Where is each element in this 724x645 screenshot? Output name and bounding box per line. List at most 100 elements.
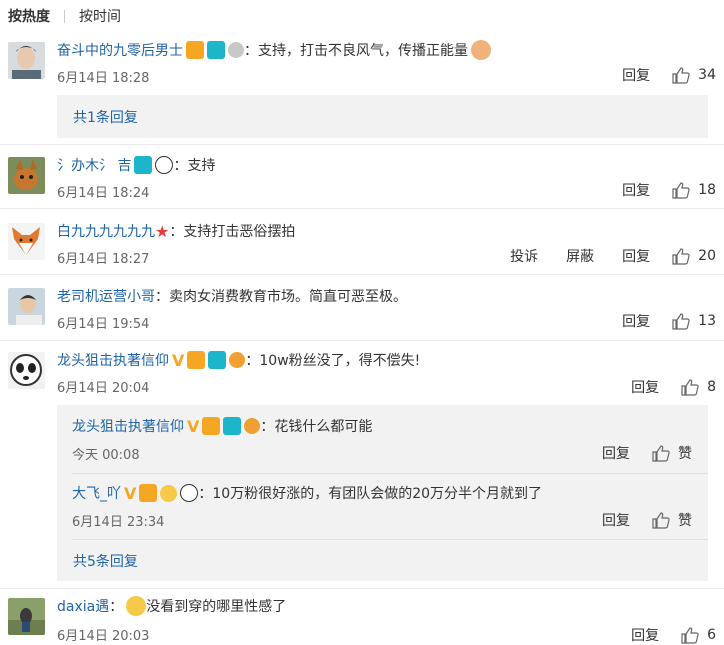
avatar[interactable] (8, 157, 45, 194)
divider (0, 588, 724, 589)
laugh-cry-emoji-icon (126, 596, 147, 616)
username-link[interactable]: 龙头狙击执著信仰 (57, 350, 169, 370)
like-count: 18 (698, 182, 716, 198)
comment-actions: 回复 6 (603, 625, 716, 645)
like-count: 6 (707, 627, 716, 643)
comment-date: 6月14日 20:04 (57, 381, 150, 396)
reply-button[interactable]: 回复 (622, 65, 650, 85)
username-link[interactable]: 氵办木氵 吉 (57, 155, 131, 175)
panda-emoji-icon (155, 156, 174, 174)
vip-v-icon: V (124, 483, 137, 503)
sub-divider (72, 473, 708, 474)
comment-text: 支持 (187, 158, 216, 174)
avatar[interactable] (8, 352, 45, 389)
block-button[interactable]: 屏蔽 (566, 246, 594, 266)
username-link[interactable]: daxia遇 (57, 596, 109, 616)
comment-line: 奋斗中的九零后男士 ： 支持，打击不良风气，传播正能量 (57, 40, 491, 60)
reply-button[interactable]: 回复 (602, 510, 630, 530)
sub-reply-date: 6月14日 23:34 (72, 515, 165, 530)
sub-reply-line: 龙头狙击执著信仰 V ： 花钱什么都可能 (72, 416, 372, 436)
medal-icon (228, 42, 244, 58)
username-link[interactable]: 白九九九九九九 (57, 221, 155, 241)
comment-actions: 回复 34 (594, 65, 716, 85)
like-button[interactable]: 8 (681, 378, 716, 396)
like-count: 8 (707, 379, 716, 395)
tab-by-popularity[interactable]: 按热度 (8, 6, 50, 26)
like-button[interactable]: 20 (672, 247, 716, 265)
thumbs-up-icon (672, 247, 690, 265)
reply-button[interactable]: 回复 (631, 377, 659, 397)
avatar[interactable] (8, 223, 45, 260)
username-link[interactable]: 龙头狙击执著信仰 (72, 416, 184, 436)
comment-line: 白九九九九九九 ★ ： 支持打击恶俗摆拍 (57, 221, 295, 241)
sub-reply-actions: 回复 赞 (574, 510, 692, 530)
comment-date: 6月14日 18:27 (57, 252, 150, 267)
username-link[interactable]: 大飞_吖 (72, 483, 121, 503)
comment-line: daxia遇 ： 没看到穿的哪里性感了 (57, 596, 286, 616)
avatar[interactable] (8, 288, 45, 325)
colon: ： (245, 353, 260, 369)
thumbs-up-icon (681, 378, 699, 396)
like-button[interactable]: 13 (672, 312, 716, 330)
sort-tabs: 按热度 按时间 (8, 6, 121, 26)
comment-date: 6月14日 18:28 (57, 71, 150, 86)
avatar[interactable] (8, 598, 45, 635)
divider (0, 144, 724, 145)
reply-button[interactable]: 回复 (622, 180, 650, 200)
like-label: 赞 (678, 513, 692, 529)
camera-badge-icon (207, 41, 225, 59)
panda-emoji-icon (180, 484, 199, 502)
fan-badge-icon (202, 417, 221, 435)
tab-by-time[interactable]: 按时间 (79, 6, 121, 26)
divider (0, 340, 724, 341)
colon: ： (155, 289, 169, 305)
thumbs-up-icon (672, 312, 690, 330)
reply-button[interactable]: 回复 (602, 443, 630, 463)
sub-reply-text: 10万粉很好涨的，有团队会做的20万分半个月就到了 (212, 486, 543, 502)
comment-actions: 回复 8 (603, 377, 716, 397)
view-replies-link[interactable]: 共5条回复 (73, 551, 138, 571)
comment-item: 白九九九九九九 ★ ： 支持打击恶俗摆拍 6月14日 18:27 投诉 屏蔽 回… (8, 221, 716, 268)
thumbs-up-icon (672, 66, 690, 84)
camera-badge-icon (134, 156, 153, 174)
like-label: 赞 (678, 446, 692, 462)
comment-line: 老司机运营小哥 ： 卖肉女消费教育市场。简直可恶至极。 (57, 286, 407, 306)
divider (0, 274, 724, 275)
sub-reply-actions: 回复 赞 (574, 443, 692, 463)
sub-reply-line: 大飞_吖 V ： 10万粉很好涨的，有团队会做的20万分半个月就到了 (72, 483, 542, 503)
like-button[interactable]: 18 (672, 181, 716, 199)
medal-icon (244, 418, 261, 434)
comment-text: 卖肉女消费教育市场。简直可恶至极。 (169, 289, 407, 305)
colon: ： (173, 158, 188, 174)
view-replies-link[interactable]: 共1条回复 (73, 107, 138, 127)
report-button[interactable]: 投诉 (510, 246, 538, 266)
reply-button[interactable]: 回复 (622, 311, 650, 331)
comment-actions: 投诉 屏蔽 回复 20 (482, 246, 716, 266)
thumbs-up-icon (652, 444, 670, 462)
reply-button[interactable]: 回复 (631, 625, 659, 645)
grin-emoji-icon (160, 484, 178, 502)
colon: ： (198, 486, 213, 502)
sub-reply-date: 今天 00:08 (72, 448, 140, 463)
colon: ： (260, 419, 275, 435)
like-count: 34 (698, 67, 716, 83)
comment-item: 老司机运营小哥 ： 卖肉女消费教育市场。简直可恶至极。 6月14日 19:54 … (8, 288, 716, 333)
like-button[interactable]: 34 (672, 66, 716, 84)
avatar[interactable] (8, 42, 45, 79)
username-link[interactable]: 奋斗中的九零后男士 (57, 40, 183, 60)
like-button[interactable]: 赞 (652, 510, 692, 530)
fan-badge-icon (186, 41, 204, 59)
fan-badge-icon (139, 484, 158, 502)
sub-reply-item: 龙头狙击执著信仰 V ： 花钱什么都可能 今天 00:08 回复 赞 (72, 416, 708, 466)
like-button[interactable]: 6 (681, 626, 716, 644)
divider (0, 208, 724, 209)
comment-date: 6月14日 18:24 (57, 186, 150, 201)
reply-summary-box: 共1条回复 (57, 95, 708, 138)
thumbs-up-icon (652, 511, 670, 529)
colon: ： (244, 43, 258, 59)
comment-text: 10w粉丝没了，得不偿失! (259, 353, 421, 369)
reply-button[interactable]: 回复 (622, 246, 650, 266)
username-link[interactable]: 老司机运营小哥 (57, 286, 155, 306)
sub-reply-item: 大飞_吖 V ： 10万粉很好涨的，有团队会做的20万分半个月就到了 6月14日… (72, 483, 708, 533)
like-button[interactable]: 赞 (652, 443, 692, 463)
